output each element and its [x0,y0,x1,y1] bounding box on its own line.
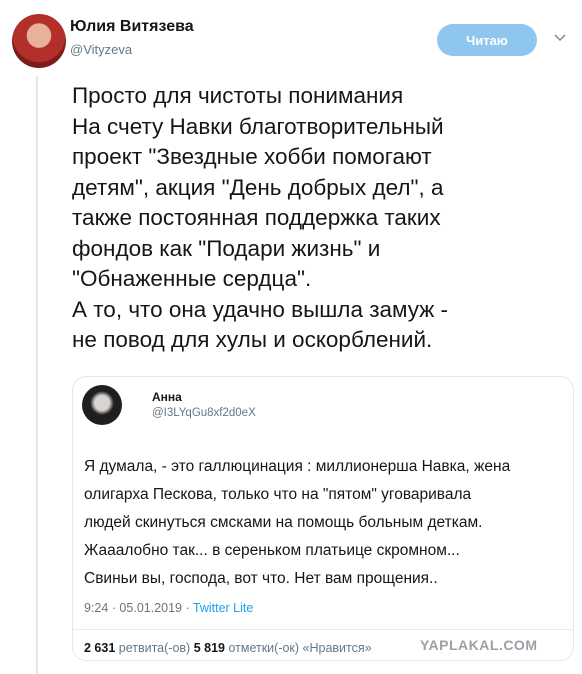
watermark: YAPLAKAL.COM [420,637,538,653]
tweet-line: проект "Звездные хобби помогают [72,144,432,169]
tweet-line: Просто для чистоты понимания [72,83,404,108]
quoted-tweet-card[interactable]: Анна @I3LYqGu8xf2d0eX Я думала, - это га… [72,376,574,661]
thread-line [36,76,38,674]
quoted-line: олигарха Пескова, только что на "пятом" … [84,486,472,503]
quoted-text: Я думала, - это галлюцинация : миллионер… [84,453,569,593]
tweet-line: также постоянная поддержка таких [72,205,441,230]
tweet-line: А то, что она удачно вышла замуж - [72,296,449,322]
retweets-label[interactable]: ретвита(-ов) [115,641,193,655]
quoted-line: Свиньи вы, господа, вот что. Нет вам про… [84,570,438,587]
quoted-source-link[interactable]: Twitter Lite [193,601,253,615]
tweet-line: не повод для хулы и оскорблений. [72,327,433,352]
tweet-line: детям", акция "День добрых дел", а [72,174,444,200]
quoted-line: Я думала, - это галлюцинация : миллионер… [84,458,511,475]
quoted-stats: 2 631 ретвита(-ов) 5 819 отметки(-ок) «Н… [84,641,372,655]
tweet-line: "Обнаженные сердца". [72,266,312,291]
quoted-line: Жааалобно так... в сереньком платьице ск… [84,542,460,559]
retweets-count[interactable]: 2 631 [84,641,115,655]
likes-label[interactable]: отметки(-ок) «Нравится» [225,641,371,655]
likes-count[interactable]: 5 819 [194,641,225,655]
tweet-line: фондов как "Подари жизнь" и [72,235,381,261]
quoted-timestamp: 9:24 · 05.01.2019 · Twitter Lite [84,601,253,615]
author-handle[interactable]: @Vityzeva [70,42,132,57]
quoted-avatar[interactable] [82,385,122,425]
quoted-author-name[interactable]: Анна [152,390,182,404]
author-avatar[interactable] [12,14,66,68]
quoted-line: людей скинуться смсками на помощь больны… [84,514,483,531]
quoted-time: 9:24 · 05.01.2019 · [84,601,193,615]
author-name[interactable]: Юлия Витязева [70,18,194,36]
chevron-down-icon[interactable] [553,33,567,43]
tweet-line: На счету Навки благотворительный [72,113,444,139]
quoted-author-handle[interactable]: @I3LYqGu8xf2d0eX [152,407,256,419]
follow-button[interactable]: Читаю [437,24,537,56]
divider [73,629,573,630]
tweet-text: Просто для чистоты понимания На счету На… [72,81,572,356]
